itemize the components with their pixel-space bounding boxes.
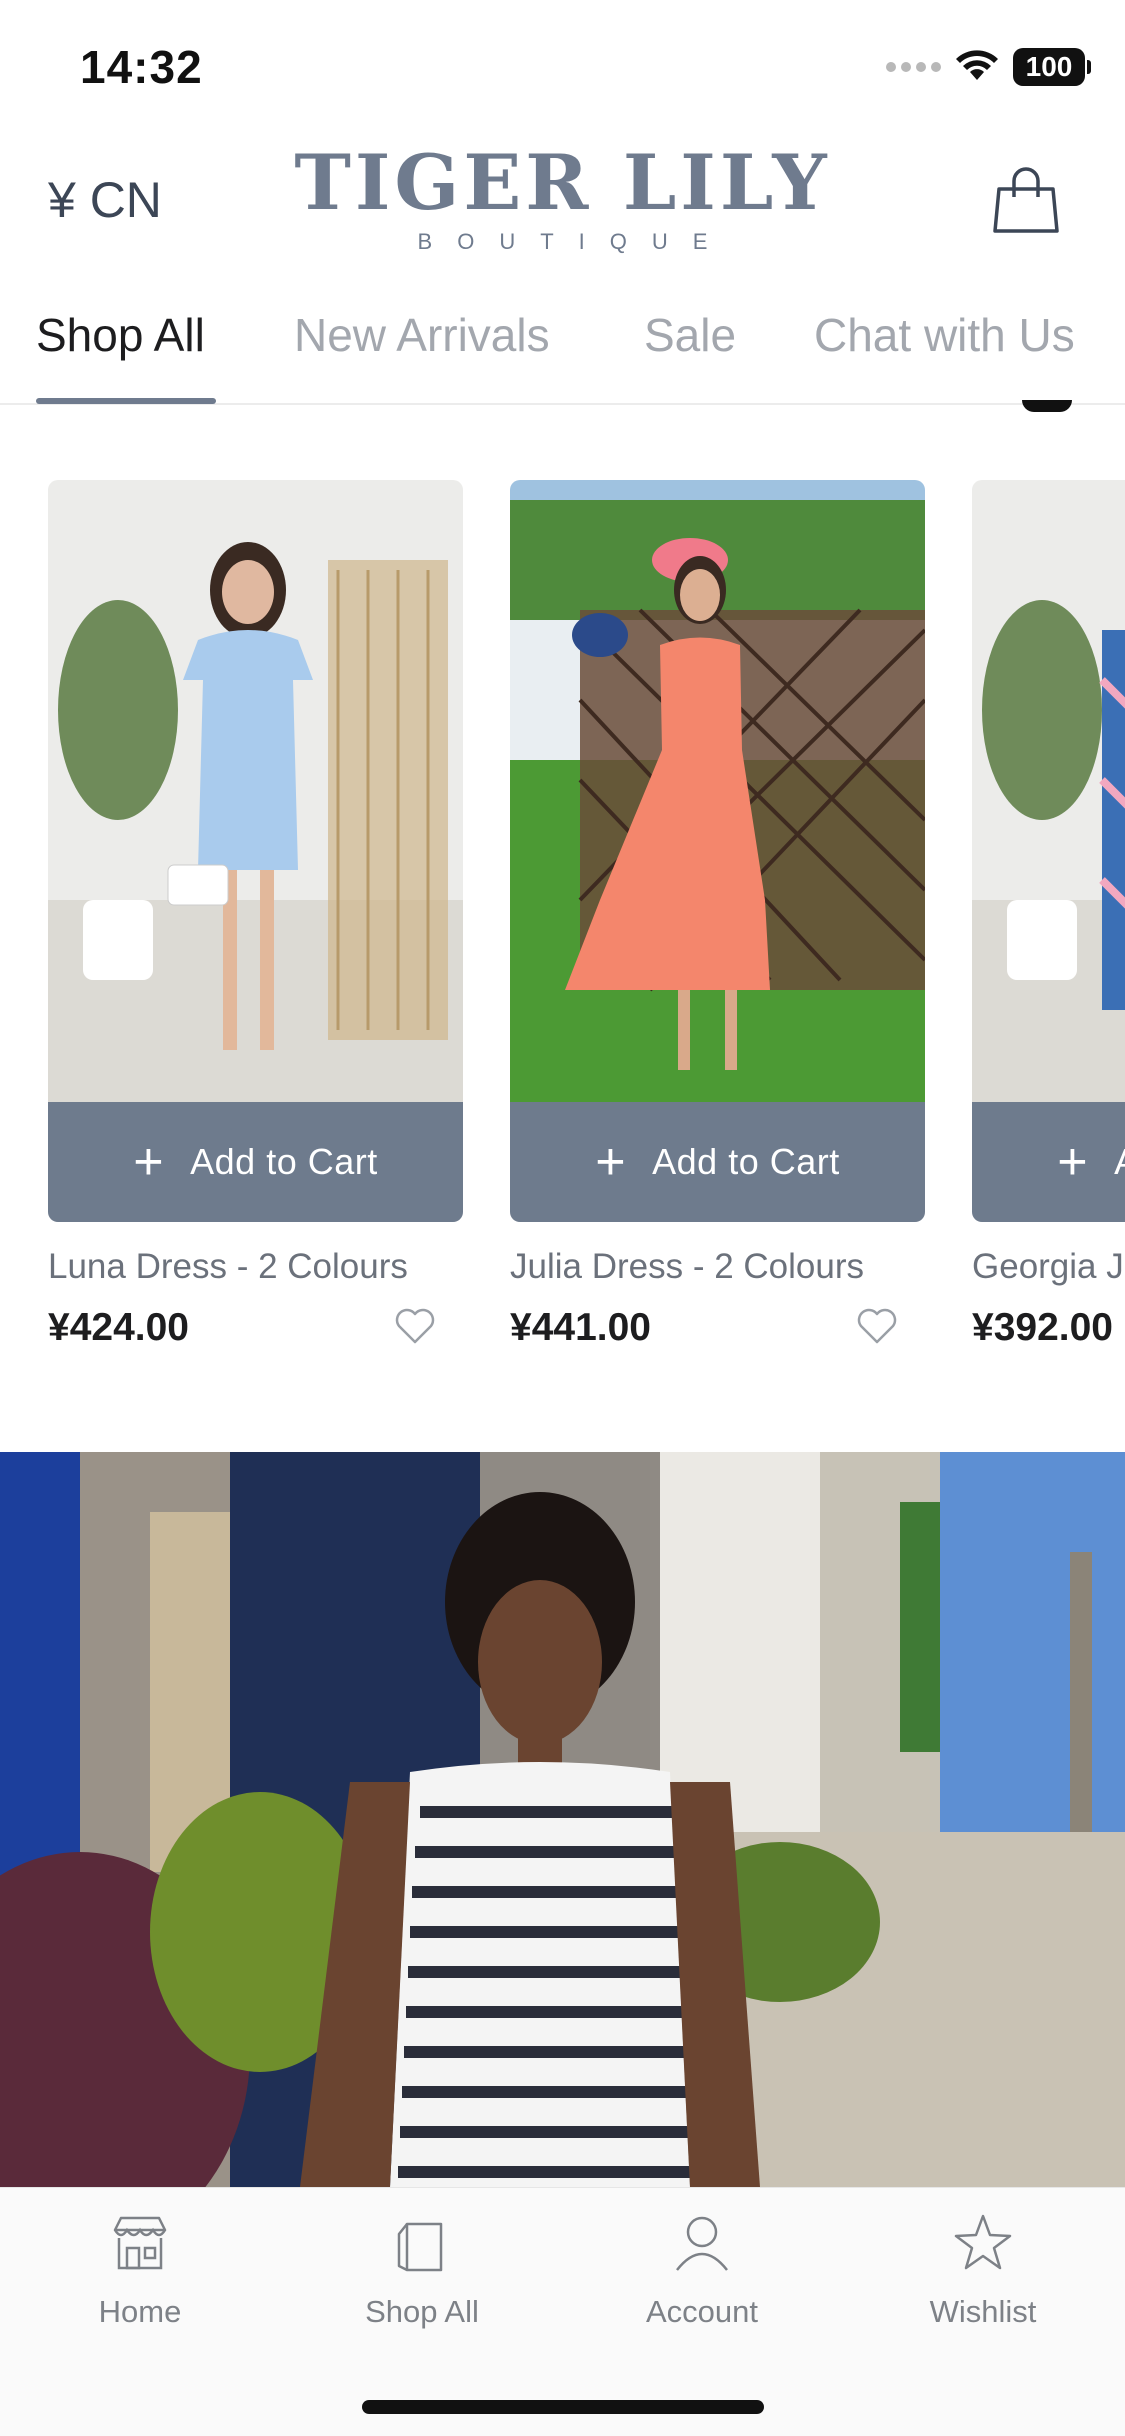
status-icons: 100 — [886, 48, 1091, 86]
product-card[interactable]: + Add to Cart Julia Dress - 2 Colours ¥4… — [510, 480, 925, 1350]
status-time: 14:32 — [80, 41, 203, 93]
tab-chat-with-us[interactable]: Chat with Us — [814, 308, 1075, 362]
brand-logo[interactable]: TIGER LILY BOUTIQUE — [0, 145, 1125, 255]
storefront-icon — [113, 2216, 167, 2270]
add-to-cart-label: Add to Cart — [1114, 1141, 1125, 1183]
shopping-bag-icon — [397, 2222, 443, 2272]
active-tab-indicator — [36, 398, 216, 404]
status-bar: 14:32 100 — [0, 0, 1125, 135]
nav-home[interactable]: Home — [40, 2208, 240, 2330]
plus-icon: + — [1057, 1133, 1089, 1191]
bottom-tab-bar: Home Shop All Account Wishlist — [0, 2187, 1125, 2436]
tab-shop-all[interactable]: Shop All — [36, 308, 205, 362]
product-name[interactable]: Georgia J Floral — [972, 1246, 1125, 1288]
tab-new-arrivals[interactable]: New Arrivals — [294, 308, 550, 362]
add-to-cart-button[interactable]: + Add to Cart — [510, 1102, 925, 1222]
nav-shop-all-label: Shop All — [365, 2294, 479, 2329]
battery-icon: 100 — [1013, 48, 1091, 86]
add-to-cart-button[interactable]: + Add to Cart — [972, 1102, 1125, 1222]
person-icon — [676, 2216, 728, 2271]
scroll-indicator — [1022, 400, 1072, 412]
product-price: ¥392.00 — [972, 1306, 1113, 1349]
add-to-cart-label: Add to Cart — [190, 1141, 378, 1182]
nav-wishlist[interactable]: Wishlist — [883, 2208, 1083, 2330]
category-tabs: Shop All New Arrivals Sale Chat with Us — [0, 290, 1125, 405]
wifi-icon — [956, 50, 998, 80]
product-image[interactable] — [48, 480, 463, 1102]
nav-account[interactable]: Account — [602, 2208, 802, 2330]
plus-icon: + — [133, 1133, 165, 1191]
add-to-cart-label: Add to Cart — [652, 1141, 840, 1182]
product-card[interactable]: + Add to Cart Georgia J Floral ¥392.00 — [972, 480, 1125, 1350]
product-name[interactable]: Luna Dress - 2 Colours — [48, 1246, 463, 1288]
home-indicator[interactable] — [362, 2400, 764, 2414]
product-image[interactable] — [510, 480, 925, 1102]
tab-sale[interactable]: Sale — [644, 308, 736, 362]
nav-wishlist-label: Wishlist — [929, 2294, 1037, 2329]
signal-icon — [886, 62, 941, 72]
plus-icon: + — [595, 1133, 627, 1191]
nav-shop-all[interactable]: Shop All — [322, 2208, 522, 2330]
product-name[interactable]: Julia Dress - 2 Colours — [510, 1246, 925, 1288]
nav-account-label: Account — [645, 2294, 758, 2329]
shopping-bag-icon[interactable] — [989, 163, 1063, 237]
promo-banner-image[interactable] — [0, 1452, 1125, 2187]
nav-home-label: Home — [98, 2294, 182, 2329]
add-to-cart-button[interactable]: + Add to Cart — [48, 1102, 463, 1222]
heart-icon[interactable] — [855, 1306, 899, 1346]
star-icon — [954, 2214, 1012, 2270]
product-card[interactable]: + Add to Cart Luna Dress - 2 Colours ¥42… — [48, 480, 463, 1350]
heart-icon[interactable] — [393, 1306, 437, 1346]
brand-name: TIGER LILY — [294, 138, 831, 227]
product-image[interactable] — [972, 480, 1125, 1102]
brand-subtitle: BOUTIQUE — [417, 229, 733, 254]
app-header: ¥ CN TIGER LILY BOUTIQUE — [0, 135, 1125, 265]
product-carousel[interactable]: + Add to Cart Luna Dress - 2 Colours ¥42… — [0, 480, 1125, 1430]
